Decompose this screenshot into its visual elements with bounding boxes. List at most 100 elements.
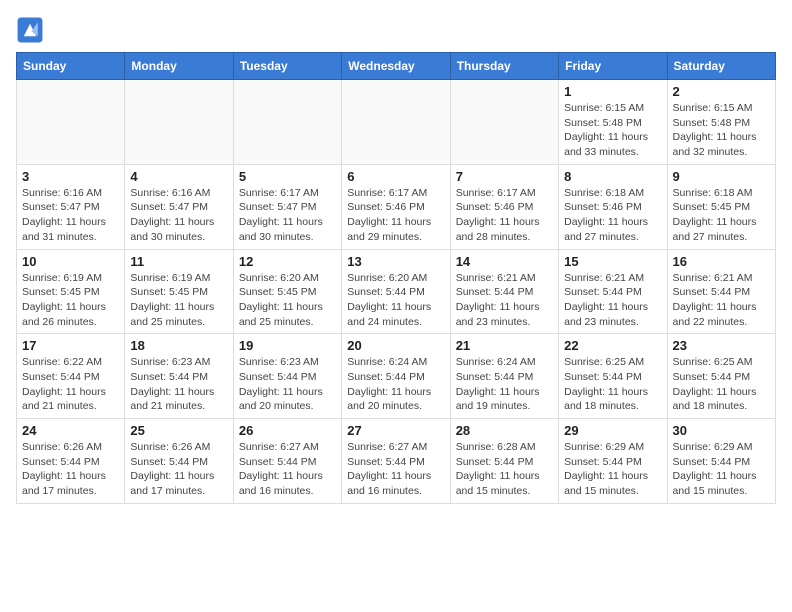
day-info: Sunrise: 6:28 AMSunset: 5:44 PMDaylight:…: [456, 440, 553, 499]
calendar-week-row-1: 1 Sunrise: 6:15 AMSunset: 5:48 PMDaylight…: [17, 80, 776, 165]
calendar-cell: 13 Sunrise: 6:20 AMSunset: 5:44 PMDayligh…: [342, 249, 450, 334]
day-info: Sunrise: 6:15 AMSunset: 5:48 PMDaylight:…: [564, 101, 661, 160]
col-header-sunday: Sunday: [17, 53, 125, 80]
calendar-cell: 10 Sunrise: 6:19 AMSunset: 5:45 PMDayligh…: [17, 249, 125, 334]
calendar-cell: 15 Sunrise: 6:21 AMSunset: 5:44 PMDayligh…: [559, 249, 667, 334]
day-info: Sunrise: 6:29 AMSunset: 5:44 PMDaylight:…: [564, 440, 661, 499]
calendar-cell: [125, 80, 233, 165]
day-info: Sunrise: 6:22 AMSunset: 5:44 PMDaylight:…: [22, 355, 119, 414]
day-info: Sunrise: 6:24 AMSunset: 5:44 PMDaylight:…: [456, 355, 553, 414]
calendar-cell: [233, 80, 341, 165]
day-number: 11: [130, 254, 227, 269]
calendar-cell: 17 Sunrise: 6:22 AMSunset: 5:44 PMDayligh…: [17, 334, 125, 419]
day-number: 1: [564, 84, 661, 99]
calendar-week-row-2: 3 Sunrise: 6:16 AMSunset: 5:47 PMDaylight…: [17, 164, 776, 249]
calendar-cell: [450, 80, 558, 165]
calendar-cell: 28 Sunrise: 6:28 AMSunset: 5:44 PMDayligh…: [450, 419, 558, 504]
calendar-cell: 23 Sunrise: 6:25 AMSunset: 5:44 PMDayligh…: [667, 334, 775, 419]
calendar-cell: [17, 80, 125, 165]
col-header-friday: Friday: [559, 53, 667, 80]
day-number: 22: [564, 338, 661, 353]
col-header-wednesday: Wednesday: [342, 53, 450, 80]
day-number: 27: [347, 423, 444, 438]
calendar-header-row: SundayMondayTuesdayWednesdayThursdayFrid…: [17, 53, 776, 80]
calendar-cell: 25 Sunrise: 6:26 AMSunset: 5:44 PMDayligh…: [125, 419, 233, 504]
calendar-cell: 21 Sunrise: 6:24 AMSunset: 5:44 PMDayligh…: [450, 334, 558, 419]
day-info: Sunrise: 6:17 AMSunset: 5:46 PMDaylight:…: [347, 186, 444, 245]
calendar-cell: 2 Sunrise: 6:15 AMSunset: 5:48 PMDaylight…: [667, 80, 775, 165]
day-number: 19: [239, 338, 336, 353]
day-number: 23: [673, 338, 770, 353]
day-info: Sunrise: 6:27 AMSunset: 5:44 PMDaylight:…: [347, 440, 444, 499]
day-number: 29: [564, 423, 661, 438]
day-info: Sunrise: 6:18 AMSunset: 5:46 PMDaylight:…: [564, 186, 661, 245]
day-number: 9: [673, 169, 770, 184]
day-info: Sunrise: 6:19 AMSunset: 5:45 PMDaylight:…: [22, 271, 119, 330]
day-info: Sunrise: 6:21 AMSunset: 5:44 PMDaylight:…: [564, 271, 661, 330]
calendar-table: SundayMondayTuesdayWednesdayThursdayFrid…: [16, 52, 776, 504]
calendar-cell: [342, 80, 450, 165]
col-header-monday: Monday: [125, 53, 233, 80]
day-info: Sunrise: 6:16 AMSunset: 5:47 PMDaylight:…: [22, 186, 119, 245]
calendar-cell: 4 Sunrise: 6:16 AMSunset: 5:47 PMDaylight…: [125, 164, 233, 249]
calendar-cell: 22 Sunrise: 6:25 AMSunset: 5:44 PMDayligh…: [559, 334, 667, 419]
day-info: Sunrise: 6:26 AMSunset: 5:44 PMDaylight:…: [130, 440, 227, 499]
day-number: 2: [673, 84, 770, 99]
day-number: 3: [22, 169, 119, 184]
day-info: Sunrise: 6:19 AMSunset: 5:45 PMDaylight:…: [130, 271, 227, 330]
day-number: 17: [22, 338, 119, 353]
day-number: 26: [239, 423, 336, 438]
calendar-cell: 5Sunrise: 6:17 AMSunset: 5:47 PMDaylight…: [233, 164, 341, 249]
calendar-cell: 7 Sunrise: 6:17 AMSunset: 5:46 PMDaylight…: [450, 164, 558, 249]
calendar-week-row-3: 10 Sunrise: 6:19 AMSunset: 5:45 PMDayligh…: [17, 249, 776, 334]
calendar-cell: 1 Sunrise: 6:15 AMSunset: 5:48 PMDaylight…: [559, 80, 667, 165]
logo-icon: [16, 16, 44, 44]
day-info: Sunrise: 6:23 AMSunset: 5:44 PMDaylight:…: [130, 355, 227, 414]
day-info: Sunrise: 6:16 AMSunset: 5:47 PMDaylight:…: [130, 186, 227, 245]
day-info: Sunrise: 6:25 AMSunset: 5:44 PMDaylight:…: [564, 355, 661, 414]
logo: [16, 16, 48, 44]
calendar-cell: 30 Sunrise: 6:29 AMSunset: 5:44 PMDayligh…: [667, 419, 775, 504]
calendar-cell: 18 Sunrise: 6:23 AMSunset: 5:44 PMDayligh…: [125, 334, 233, 419]
calendar-cell: 27 Sunrise: 6:27 AMSunset: 5:44 PMDayligh…: [342, 419, 450, 504]
calendar-cell: 14Sunrise: 6:21 AMSunset: 5:44 PMDayligh…: [450, 249, 558, 334]
day-number: 21: [456, 338, 553, 353]
page-header: [16, 16, 776, 44]
day-info: Sunrise: 6:21 AMSunset: 5:44 PMDaylight:…: [673, 271, 770, 330]
calendar-cell: 9Sunrise: 6:18 AMSunset: 5:45 PMDaylight…: [667, 164, 775, 249]
calendar-cell: 20Sunrise: 6:24 AMSunset: 5:44 PMDayligh…: [342, 334, 450, 419]
calendar-cell: 29 Sunrise: 6:29 AMSunset: 5:44 PMDayligh…: [559, 419, 667, 504]
day-info: Sunrise: 6:17 AMSunset: 5:47 PMDaylight:…: [239, 186, 336, 245]
day-info: Sunrise: 6:29 AMSunset: 5:44 PMDaylight:…: [673, 440, 770, 499]
calendar-week-row-4: 17 Sunrise: 6:22 AMSunset: 5:44 PMDayligh…: [17, 334, 776, 419]
day-number: 18: [130, 338, 227, 353]
day-number: 7: [456, 169, 553, 184]
day-number: 4: [130, 169, 227, 184]
day-number: 12: [239, 254, 336, 269]
day-number: 28: [456, 423, 553, 438]
day-number: 14: [456, 254, 553, 269]
day-info: Sunrise: 6:15 AMSunset: 5:48 PMDaylight:…: [673, 101, 770, 160]
calendar-cell: 24 Sunrise: 6:26 AMSunset: 5:44 PMDayligh…: [17, 419, 125, 504]
calendar-cell: 8 Sunrise: 6:18 AMSunset: 5:46 PMDaylight…: [559, 164, 667, 249]
col-header-tuesday: Tuesday: [233, 53, 341, 80]
calendar-cell: 12Sunrise: 6:20 AMSunset: 5:45 PMDayligh…: [233, 249, 341, 334]
day-info: Sunrise: 6:23 AMSunset: 5:44 PMDaylight:…: [239, 355, 336, 414]
calendar-cell: 26Sunrise: 6:27 AMSunset: 5:44 PMDayligh…: [233, 419, 341, 504]
day-info: Sunrise: 6:25 AMSunset: 5:44 PMDaylight:…: [673, 355, 770, 414]
day-number: 25: [130, 423, 227, 438]
calendar-cell: 16Sunrise: 6:21 AMSunset: 5:44 PMDayligh…: [667, 249, 775, 334]
day-number: 10: [22, 254, 119, 269]
day-info: Sunrise: 6:20 AMSunset: 5:44 PMDaylight:…: [347, 271, 444, 330]
day-info: Sunrise: 6:17 AMSunset: 5:46 PMDaylight:…: [456, 186, 553, 245]
day-number: 13: [347, 254, 444, 269]
day-number: 24: [22, 423, 119, 438]
day-number: 15: [564, 254, 661, 269]
day-number: 30: [673, 423, 770, 438]
day-number: 6: [347, 169, 444, 184]
calendar-week-row-5: 24 Sunrise: 6:26 AMSunset: 5:44 PMDayligh…: [17, 419, 776, 504]
day-number: 8: [564, 169, 661, 184]
day-info: Sunrise: 6:26 AMSunset: 5:44 PMDaylight:…: [22, 440, 119, 499]
calendar-cell: 3 Sunrise: 6:16 AMSunset: 5:47 PMDaylight…: [17, 164, 125, 249]
calendar-cell: 11 Sunrise: 6:19 AMSunset: 5:45 PMDayligh…: [125, 249, 233, 334]
